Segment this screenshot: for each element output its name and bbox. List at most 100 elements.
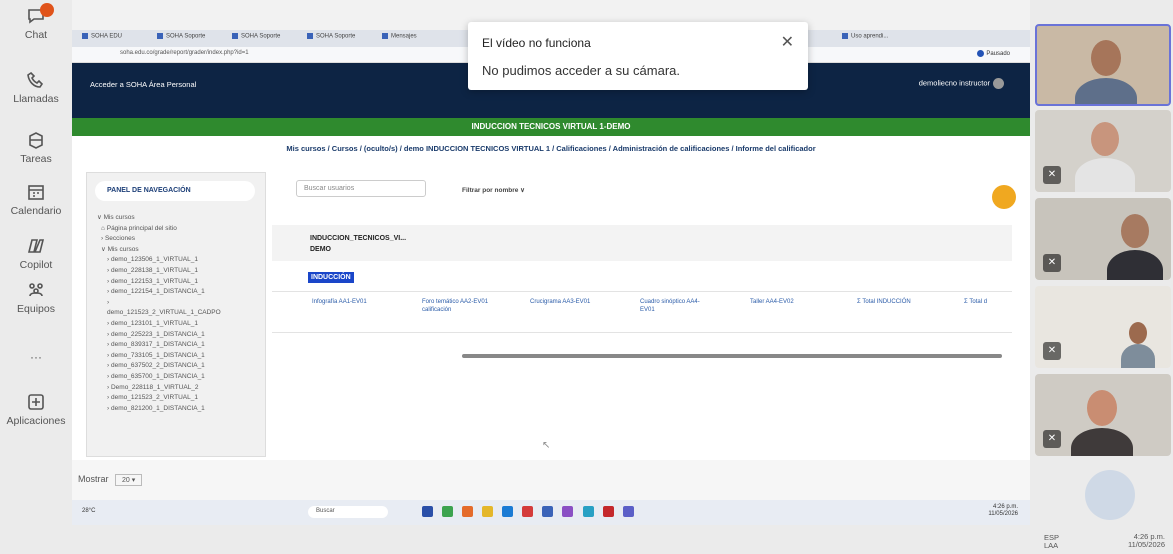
weather-text: 28°C [82,508,96,514]
rail-item-tasks[interactable]: Tareas [0,130,72,165]
app-icon[interactable] [582,506,594,517]
user-menu[interactable]: demoliecno instructor [919,78,1004,89]
notification-badge [40,3,54,17]
participant-tile[interactable]: ✕ [1035,374,1171,456]
app-icon[interactable] [482,506,494,517]
nav-item[interactable]: › demo_122153_1_VIRTUAL_1 [97,277,221,288]
rail-label: Equipos [17,303,55,315]
rail-item-copilot[interactable]: Copilot [0,236,72,271]
system-clock[interactable]: 4:26 p.m. 11/05/2026 [1128,533,1165,549]
app-icon[interactable] [442,506,454,517]
horizontal-scrollbar[interactable] [462,354,1002,358]
search-users-input[interactable]: Buscar usuarios [296,180,426,197]
nav-item[interactable]: ∨ Mis cursos [97,213,221,224]
app-icon[interactable] [622,506,634,517]
taskbar-search[interactable]: Buscar [308,506,388,518]
rail-item-chat[interactable]: Chat [0,3,72,41]
nav-item[interactable]: › [97,298,221,309]
course-name: INDUCCION_TECNICOS_VI... DEMO [310,235,407,253]
participant-tile[interactable] [1035,24,1171,106]
participant-tile[interactable]: ✕ [1035,198,1171,280]
nav-item[interactable]: › demo_635700_1_DISTANCIA_1 [97,372,221,383]
filter-by-name[interactable]: Filtrar por nombre ∨ [462,186,525,194]
participant-body [1075,158,1135,192]
nav-item[interactable]: › demo_123506_1_VIRTUAL_1 [97,255,221,266]
nav-item[interactable]: demo_121523_2_VIRTUAL_1_CADPO [97,308,221,319]
mic-off-icon: ✕ [1043,254,1061,272]
grade-column-header[interactable]: Infografía AA1-EV01 [312,298,382,306]
soha-links[interactable]: Acceder a SOHA Área Personal [90,80,196,89]
participant-tile[interactable]: ✕ [1035,286,1171,368]
mic-off-icon: ✕ [1043,166,1061,184]
rail-item-apps[interactable]: Aplicaciones [0,392,72,427]
nav-item[interactable]: › Demo_228118_1_VIRTUAL_2 [97,383,221,394]
close-icon[interactable]: ✕ [781,32,794,52]
nav-item[interactable]: › demo_122154_1_DISTANCIA_1 [97,287,221,298]
participant-tile[interactable]: ✕ [1035,110,1171,192]
shared-taskbar: 28°C Buscar 4:26 p.m. 11/05/2026 [72,500,1030,525]
grade-column-header[interactable]: Crucigrama AA3-EV01 [530,298,600,306]
camera-error-toast: El vídeo no funciona No pudimos acceder … [468,22,808,90]
grade-columns: Infografía AA1-EV01 Foro temático AA2-EV… [272,291,1012,333]
teams-window: Chat Llamadas Tareas Calendario Copilot … [0,0,1173,554]
rail-item-calendar[interactable]: Calendario [0,182,72,217]
profile-button[interactable]: Pausado [977,50,1010,57]
breadcrumb[interactable]: Mis cursos / Cursos / (oculto/s) / demo … [72,144,1030,153]
rail-item-calls[interactable]: Llamadas [0,70,72,105]
rail-label: Tareas [20,153,52,165]
orange-chat-icon[interactable] [992,185,1016,209]
nav-item[interactable]: › demo_733105_1_DISTANCIA_1 [97,351,221,362]
grade-column-header[interactable]: Foro temático AA2-EV01 calificación [422,298,492,314]
system-tray: ESP LAA 4:26 p.m. 11/05/2026 [1030,527,1173,554]
nav-item[interactable]: › demo_839317_1_DISTANCIA_1 [97,340,221,351]
grade-column-header[interactable]: Taller AA4-EV02 [750,298,820,306]
app-icon[interactable] [502,506,514,517]
avatar [993,78,1004,89]
category-label[interactable]: INDUCCIÓN [308,272,354,283]
navigation-panel: PANEL DE NAVEGACIÓN ∨ Mis cursos ⌂ Página… [86,172,266,457]
participant-body [1121,344,1155,368]
mic-off-icon: ✕ [1043,430,1061,448]
nav-item[interactable]: › demo_821200_1_DISTANCIA_1 [97,404,221,415]
self-view-avatar[interactable] [1085,470,1135,520]
course-banner: INDUCCION TECNICOS VIRTUAL 1-DEMO [72,118,1030,136]
participant-body [1075,78,1137,104]
nav-item[interactable]: › demo_123101_1_VIRTUAL_1 [97,319,221,330]
rail-item-teams[interactable]: Equipos [0,280,72,315]
browser-tab[interactable]: SOHA EDU [82,33,147,45]
show-rows-select[interactable]: 20 ▾ [115,474,143,486]
rail-item-more[interactable]: ··· [0,350,72,364]
browser-tab[interactable]: Mensajes [382,33,447,45]
app-rail: Chat Llamadas Tareas Calendario Copilot … [0,0,72,554]
grade-column-header[interactable]: Σ Total d [964,298,1009,306]
app-icon[interactable] [542,506,554,517]
grade-column-header[interactable]: Σ Total INDUCCIÓN [857,298,927,306]
url-text: soha.edu.co/grade/report/grader/index.ph… [120,50,249,56]
nav-item[interactable]: › Secciones [97,234,221,245]
browser-tab[interactable]: Uso aprendi... [842,33,922,45]
app-icon[interactable] [562,506,574,517]
nav-item[interactable]: › demo_228138_1_VIRTUAL_1 [97,266,221,277]
show-rows-bar: Mostrar 20 ▾ [72,460,1030,500]
browser-tab[interactable]: SOHA Soporte [157,33,222,45]
browser-tab[interactable]: SOHA Soporte [232,33,297,45]
calendar-icon [26,182,46,202]
participant-body [1071,428,1133,456]
rail-label: Calendario [10,205,62,217]
shared-screen: SOHA EDU SOHA Soporte SOHA Soporte SOHA … [72,30,1030,460]
apps-add-icon [26,392,46,412]
nav-item[interactable]: › demo_121523_2_VIRTUAL_1 [97,393,221,404]
nav-item[interactable]: ∨ Mis cursos [97,245,221,256]
participant-face [1121,214,1149,248]
browser-tab[interactable]: SOHA Soporte [307,33,372,45]
language-indicator[interactable]: ESP LAA [1044,534,1059,550]
app-icon[interactable] [422,506,433,517]
app-icon[interactable] [522,506,534,517]
nav-item[interactable]: › demo_225223_1_DISTANCIA_1 [97,330,221,341]
app-icon[interactable] [602,506,614,517]
nav-item[interactable]: › demo_637502_2_DISTANCIA_1 [97,361,221,372]
grader-table: INDUCCION_TECNICOS_VI... DEMO INDUCCIÓN I… [272,225,1012,358]
app-icon[interactable] [462,506,474,517]
grade-column-header[interactable]: Cuadro sinóptico AA4-EV01 [640,298,710,314]
nav-item[interactable]: ⌂ Página principal del sitio [97,224,221,235]
